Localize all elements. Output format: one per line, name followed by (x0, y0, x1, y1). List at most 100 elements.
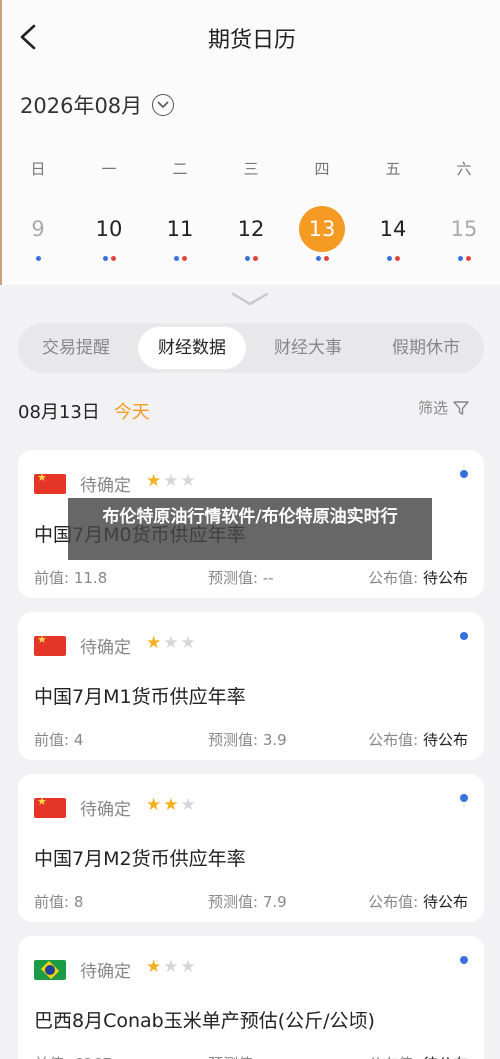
event-status: 待确定 (80, 800, 131, 820)
red-dot-icon (252, 256, 258, 261)
published-label: 公布值: (368, 731, 419, 749)
star-icon: ★ (163, 471, 181, 491)
event-card[interactable]: 待确定 ★★★ 巴西8月Conab玉米单产预估(公斤/公顷) 前值: 6267 预测值:… (18, 936, 484, 1059)
br-flag-icon (34, 960, 66, 980)
page-title: 期货日历 (207, 28, 296, 53)
weekday-label: 五 (385, 160, 401, 178)
weekday-label: 四 (314, 160, 330, 178)
importance-stars: ★★★ (146, 795, 198, 815)
star-icon: ★ (180, 633, 198, 653)
forecast-number: -- (263, 1055, 274, 1059)
reminder-dot-icon (460, 956, 468, 964)
reminder-dot-icon (460, 470, 468, 478)
previous-number: 8 (73, 893, 84, 911)
star-icon: ★ (180, 795, 198, 815)
filter-label: 筛选 (417, 399, 448, 417)
day-number: 12 (237, 217, 265, 241)
blue-dot-icon (386, 256, 392, 261)
previous-number: 6267 (74, 1055, 112, 1059)
event-dots (299, 256, 345, 261)
forecast-value: 预测值: 3.9 (208, 729, 287, 750)
day-cell[interactable]: 11 (157, 206, 203, 261)
month-picker[interactable]: 2026年08月 (20, 90, 175, 120)
published-value: 公布值: 待公布 (368, 729, 468, 750)
published-label: 公布值: (368, 1055, 418, 1059)
red-dot-icon (394, 256, 400, 261)
day-cell[interactable]: 15 (441, 206, 487, 261)
forecast-label: 预测值: (208, 1055, 258, 1059)
day-cell[interactable]: 13 (299, 206, 345, 261)
today-label: 今天 (113, 402, 150, 423)
star-icon: ★ (146, 795, 164, 815)
tab-financial-data[interactable]: 财经数据 (138, 327, 246, 369)
event-status: 待确定 (80, 638, 131, 658)
tab-trade-reminder[interactable]: 交易提醒 (18, 327, 134, 369)
cn-flag-icon (34, 798, 66, 818)
event-title: 中国7月M1货币供应年率 (34, 686, 246, 708)
day-cell[interactable]: 10 (86, 206, 132, 261)
event-dots (15, 256, 61, 261)
published-label: 公布值: (368, 569, 419, 587)
day-number: 9 (31, 217, 45, 241)
star-icon: ★ (146, 633, 164, 653)
weekday-label: 三 (243, 160, 259, 178)
event-dots (86, 256, 132, 261)
forecast-value: 预测值: -- (208, 1053, 274, 1059)
calendar-header-panel: 期货日历 2026年08月 日 一 二 三 四 五 六 9 10 11 12 13 14 1… (0, 0, 500, 285)
reminder-dot-icon (460, 794, 468, 802)
event-dots (441, 256, 487, 261)
previous-label: 前值: (34, 569, 70, 587)
day-cell[interactable]: 14 (370, 206, 416, 261)
forecast-label: 预测值: (208, 731, 259, 749)
cn-flag-icon (34, 474, 66, 494)
red-dot-icon (181, 256, 187, 261)
event-status: 待确定 (80, 962, 131, 982)
collapse-chevron-icon[interactable] (230, 290, 270, 308)
star-icon: ★ (163, 633, 181, 653)
importance-stars: ★★★ (146, 471, 198, 491)
day-cell[interactable]: 9 (15, 206, 61, 261)
blue-dot-icon (35, 256, 41, 261)
forecast-label: 预测值: (208, 569, 259, 587)
event-title: 巴西8月Conab玉米单产预估(公斤/公顷) (34, 1010, 375, 1032)
forecast-label: 预测值: (208, 893, 259, 911)
star-icon: ★ (163, 795, 181, 815)
published-value: 公布值: 待公布 (368, 1053, 468, 1059)
day-number: 14 (379, 217, 407, 241)
date-header: 08月13日 今天 (18, 398, 150, 424)
star-icon: ★ (163, 957, 181, 977)
tab-financial-events[interactable]: 财经大事 (250, 327, 366, 369)
day-number: 10 (95, 217, 123, 241)
star-icon: ★ (146, 471, 164, 491)
published-value: 公布值: 待公布 (368, 891, 468, 912)
previous-label: 前值: (34, 893, 70, 911)
weekday-label: 日 (30, 160, 46, 178)
blue-dot-icon (315, 256, 321, 261)
star-icon: ★ (146, 957, 164, 977)
previous-value: 前值: 6267 (34, 1053, 112, 1059)
weekday-label: 二 (172, 160, 188, 178)
day-cell[interactable]: 12 (228, 206, 274, 261)
published-status: 待公布 (422, 893, 468, 911)
event-card[interactable]: 待确定★★★中国7月M2货币供应年率前值: 8预测值: 7.9公布值: 待公布 (18, 774, 484, 922)
published-label: 公布值: (368, 893, 419, 911)
filter-button[interactable]: 筛选 (418, 397, 470, 418)
forecast-value: 预测值: 7.9 (208, 891, 287, 912)
importance-stars: ★★★ (146, 957, 198, 977)
previous-value: 前值: 8 (34, 891, 83, 912)
reminder-dot-icon (460, 632, 468, 640)
forecast-value: 预测值: -- (208, 567, 274, 588)
event-dots (228, 256, 274, 261)
category-tabs: 交易提醒 财经数据 财经大事 假期休市 (18, 323, 484, 373)
watermark-overlay: 布伦特原油行情软件/布伦特原油实时行 (68, 498, 432, 560)
previous-number: 4 (73, 731, 84, 749)
forecast-number: 7.9 (262, 893, 287, 911)
red-dot-icon (465, 256, 471, 261)
event-title: 中国7月M2货币供应年率 (34, 848, 246, 870)
red-dot-icon (323, 256, 329, 261)
published-status: 待公布 (422, 731, 468, 749)
blue-dot-icon (173, 256, 179, 261)
tab-holiday-closures[interactable]: 假期休市 (368, 327, 484, 369)
event-dots (370, 256, 416, 261)
event-card[interactable]: 待确定★★★中国7月M1货币供应年率前值: 4预测值: 3.9公布值: 待公布 (18, 612, 484, 760)
